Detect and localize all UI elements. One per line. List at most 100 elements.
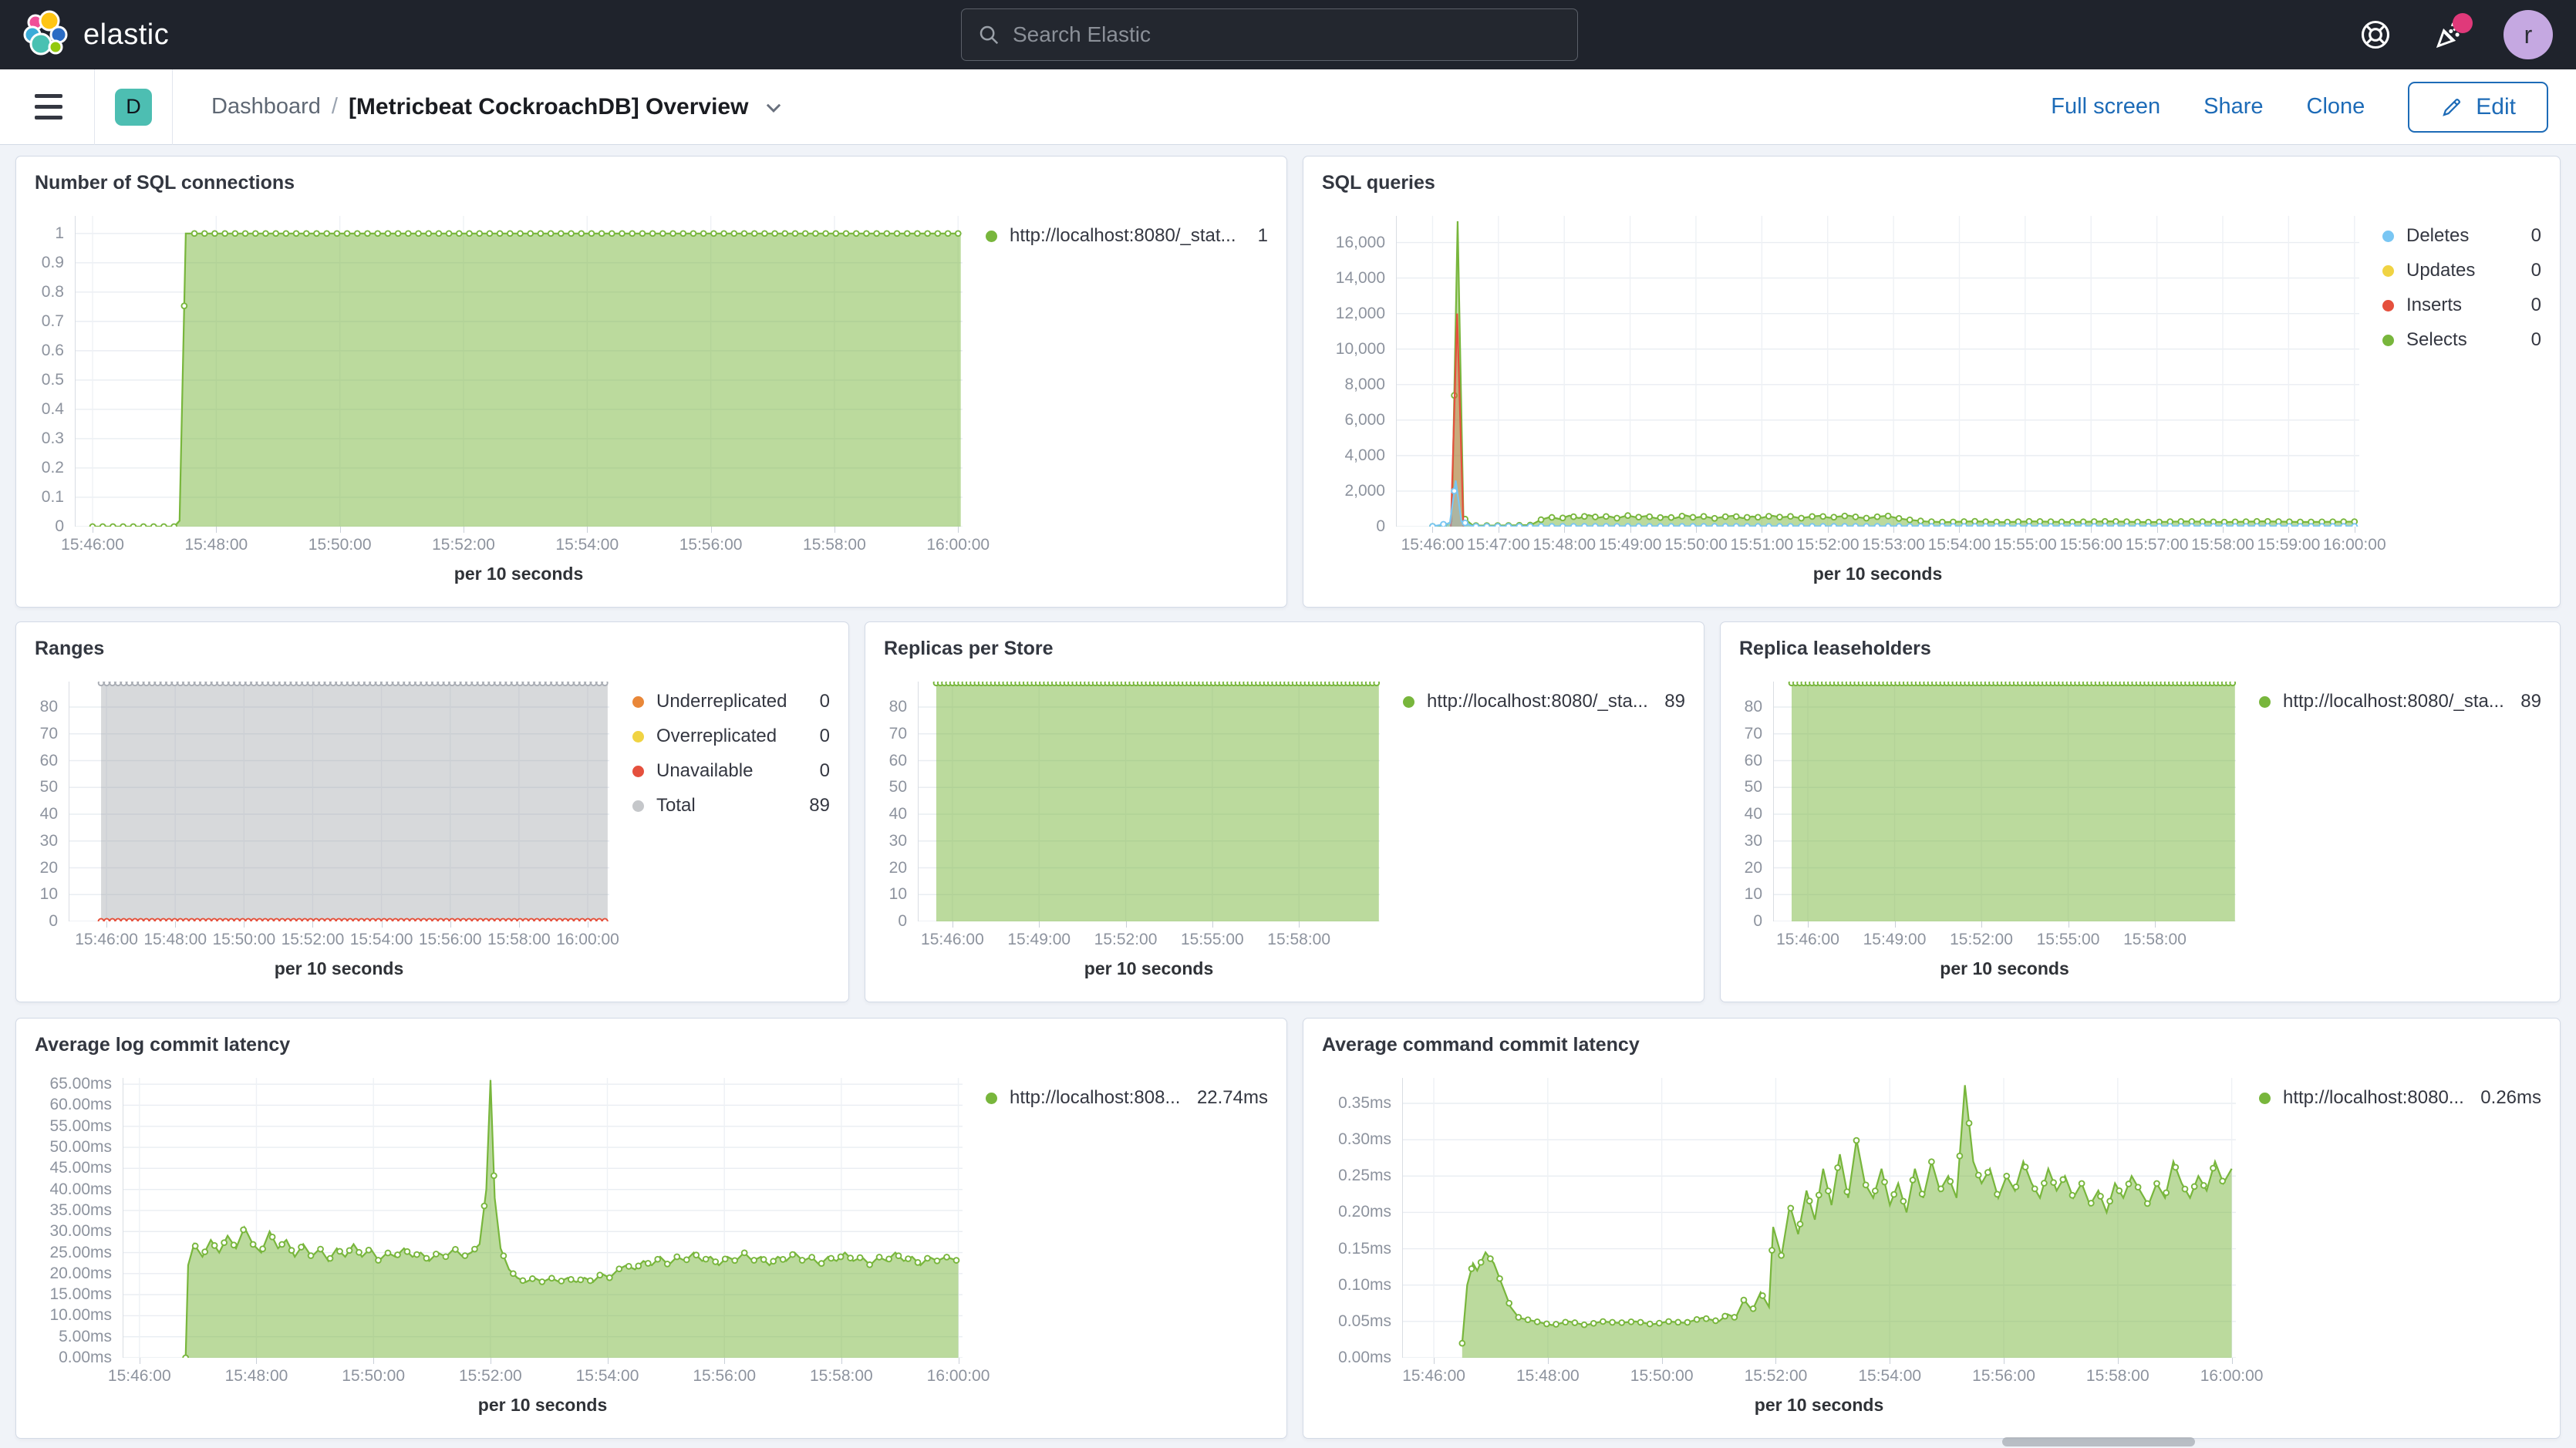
legend-value: 89 [2520, 691, 2541, 712]
x-tick-label: 15:56:00 [679, 536, 743, 554]
legend-series-dot-icon [986, 231, 997, 242]
top-navbar: elastic [0, 0, 2576, 69]
legend-item[interactable]: Total89 [632, 795, 830, 817]
chart-legend: Underreplicated0Overreplicated0Unavailab… [609, 671, 841, 986]
legend-label: Overreplicated [656, 726, 777, 747]
y-axis: 80706050403020100 [24, 682, 69, 921]
legend-label: http://localhost:8080... [2283, 1087, 2464, 1109]
x-tick-label: 15:46:00 [1401, 536, 1465, 554]
chart-plot-area[interactable] [1773, 682, 2236, 921]
legend-item[interactable]: http://localhost:8080/_stat...1 [986, 225, 1268, 247]
legend-item[interactable]: http://localhost:8080...0.26ms [2259, 1087, 2541, 1109]
menu-button[interactable] [23, 82, 74, 133]
chevron-down-icon[interactable] [764, 97, 784, 117]
x-axis: 15:46:0015:47:0015:48:0015:49:0015:50:00… [1396, 527, 2359, 561]
legend-item[interactable]: Underreplicated0 [632, 691, 830, 712]
y-tick-label: 60 [40, 752, 58, 770]
y-tick-label: 10.00ms [49, 1306, 112, 1325]
y-tick-label: 0.8 [42, 283, 64, 301]
x-tick-label: 15:56:00 [419, 931, 482, 949]
legend-item[interactable]: Overreplicated 0 [632, 726, 830, 747]
horizontal-scrollbar-thumb[interactable] [2002, 1437, 2195, 1446]
legend-series-dot-icon [2382, 265, 2394, 277]
panel-title: Ranges [16, 622, 848, 663]
x-tick-mark [106, 921, 107, 928]
chart-plot-area[interactable] [918, 682, 1380, 921]
breadcrumb-dashboard-link[interactable]: Dashboard [211, 94, 321, 120]
legend-label: http://localhost:8080/_stat... [1010, 225, 1236, 247]
legend-item[interactable]: Deletes0 [2382, 225, 2541, 247]
share-button[interactable]: Share [2203, 94, 2263, 120]
legend-item[interactable]: Updates0 [2382, 260, 2541, 281]
y-tick-label: 10,000 [1336, 340, 1385, 359]
user-avatar[interactable]: r [2504, 10, 2553, 59]
chart-legend: http://localhost:8080/_stat...1 [963, 205, 1279, 591]
legend-value: 0 [820, 760, 830, 782]
y-tick-label: 30.00ms [49, 1222, 112, 1241]
x-tick-mark [382, 921, 383, 928]
full-screen-button[interactable]: Full screen [2051, 94, 2160, 120]
x-tick-mark [958, 527, 959, 533]
x-tick-mark [2157, 527, 2158, 533]
y-tick-label: 0.15ms [1338, 1240, 1391, 1258]
y-tick-label: 0.9 [42, 254, 64, 272]
panel-avg-command-commit-latency: Average command commit latency 0.35ms0.3… [1303, 1018, 2561, 1439]
legend-series-dot-icon [2382, 335, 2394, 346]
x-tick-mark [1808, 921, 1809, 928]
x-tick-label: 15:52:00 [1094, 931, 1158, 949]
x-tick-mark [1434, 1358, 1435, 1364]
news-button[interactable] [2429, 15, 2470, 55]
edit-button[interactable]: Edit [2408, 82, 2548, 133]
global-search[interactable] [961, 8, 1578, 61]
clone-button[interactable]: Clone [2307, 94, 2365, 120]
x-tick-label: 15:56:00 [2059, 536, 2123, 554]
separator [94, 69, 95, 145]
y-tick-label: 0.6 [42, 342, 64, 360]
x-tick-label: 15:54:00 [1858, 1367, 1921, 1386]
x-tick-label: 15:52:00 [282, 931, 345, 949]
x-tick-mark [1212, 921, 1213, 928]
panel-title: Average log commit latency [16, 1019, 1286, 1059]
panel-sql-connections: Number of SQL connections 10.90.80.70.60… [15, 156, 1287, 608]
x-tick-label: 15:49:00 [1599, 536, 1662, 554]
y-tick-label: 15.00ms [49, 1285, 112, 1304]
legend-item[interactable]: http://localhost:8080/_sta...89 [2259, 691, 2541, 712]
legend-item[interactable]: http://localhost:808...22.74ms [986, 1087, 1268, 1109]
x-tick-mark [2025, 527, 2026, 533]
chart-plot-area[interactable] [1402, 1078, 2236, 1358]
x-tick-label: 15:48:00 [1532, 536, 1596, 554]
y-tick-label: 55.00ms [49, 1117, 112, 1136]
help-button[interactable] [2355, 15, 2396, 55]
x-tick-label: 16:00:00 [926, 536, 990, 554]
y-tick-label: 50.00ms [49, 1138, 112, 1157]
x-tick-label: 15:59:00 [2257, 536, 2321, 554]
search-input[interactable] [1013, 22, 1562, 47]
legend-item[interactable]: Unavailable0 [632, 760, 830, 782]
x-axis-label: per 10 seconds [123, 1392, 963, 1423]
x-tick-label: 15:57:00 [2126, 536, 2189, 554]
y-tick-label: 2,000 [1344, 482, 1385, 500]
legend-item[interactable]: http://localhost:8080/_sta...89 [1403, 691, 1685, 712]
x-tick-label: 15:48:00 [1516, 1367, 1580, 1386]
chart-plot-area[interactable] [75, 216, 963, 527]
legend-value: 0 [820, 726, 830, 747]
legend-value: 89 [809, 795, 830, 817]
legend-item[interactable]: Selects0 [2382, 329, 2541, 351]
x-tick-label: 15:58:00 [1267, 931, 1330, 949]
x-tick-label: 15:48:00 [143, 931, 207, 949]
y-tick-label: 80 [889, 698, 907, 716]
legend-item[interactable]: Inserts0 [2382, 295, 2541, 316]
chart-plot-area[interactable] [1396, 216, 2359, 527]
y-tick-label: 80 [1745, 698, 1762, 716]
y-tick-label: 35.00ms [49, 1201, 112, 1220]
y-tick-label: 5.00ms [59, 1328, 112, 1346]
chart-plot-area[interactable] [69, 682, 609, 921]
x-tick-label: 15:58:00 [487, 931, 551, 949]
breadcrumb-separator: / [332, 94, 338, 120]
chart-plot-area[interactable] [123, 1078, 963, 1358]
legend-series-dot-icon [2259, 696, 2271, 708]
y-tick-label: 60 [1745, 752, 1762, 770]
x-tick-label: 15:54:00 [555, 536, 619, 554]
space-switcher[interactable]: D [115, 89, 152, 126]
x-tick-mark [2288, 527, 2289, 533]
